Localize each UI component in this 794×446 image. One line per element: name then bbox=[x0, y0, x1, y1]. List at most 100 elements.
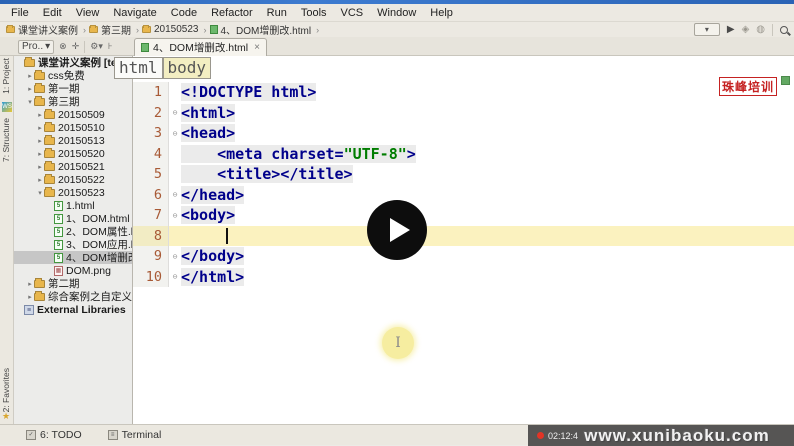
run-icon[interactable]: ▶ bbox=[727, 25, 735, 35]
tree-row[interactable]: ▸20150520 bbox=[14, 147, 132, 160]
code-line[interactable]: 3⊖<head> bbox=[133, 123, 794, 144]
code-line[interactable]: 5 <title></title> bbox=[133, 164, 794, 185]
tree-arrow-icon[interactable]: ▸ bbox=[36, 176, 44, 184]
code-token: <meta charset= bbox=[217, 145, 343, 163]
todo-toolwindow-button[interactable]: ✓ 6: TODO bbox=[26, 429, 82, 441]
tree-row[interactable]: ▸20150521 bbox=[14, 160, 132, 173]
code-line[interactable]: 10⊖</html> bbox=[133, 267, 794, 288]
terminal-toolwindow-button[interactable]: ≡ Terminal bbox=[108, 429, 162, 441]
tree-row[interactable]: ≡External Libraries bbox=[14, 303, 132, 316]
breadcrumb-label: 第三期 bbox=[101, 22, 131, 37]
collapse-all-icon[interactable]: ⊗ bbox=[59, 41, 67, 52]
menu-item-code[interactable]: Code bbox=[164, 6, 204, 20]
play-icon bbox=[390, 218, 410, 242]
tree-row[interactable]: ▾第三期 bbox=[14, 95, 132, 108]
tree-row[interactable]: ▸20150510 bbox=[14, 121, 132, 134]
code-line[interactable]: 4 <meta charset="UTF-8"> bbox=[133, 144, 794, 165]
close-icon[interactable]: × bbox=[254, 42, 260, 53]
tree-arrow-icon[interactable]: ▾ bbox=[36, 189, 44, 197]
tag-path-item[interactable]: body bbox=[163, 57, 212, 79]
code-line[interactable]: 8 bbox=[133, 226, 794, 247]
search-icon[interactable] bbox=[780, 26, 788, 34]
tree-arrow-icon[interactable]: ▸ bbox=[26, 72, 34, 80]
menu-item-window[interactable]: Window bbox=[370, 6, 423, 20]
tree-arrow-icon[interactable]: ▸ bbox=[26, 85, 34, 93]
tag-path-item[interactable]: html bbox=[114, 57, 163, 79]
menu-item-vcs[interactable]: VCS bbox=[334, 6, 371, 20]
code-line[interactable]: 7⊖<body> bbox=[133, 205, 794, 226]
code-line[interactable]: 9⊖</body> bbox=[133, 246, 794, 267]
fold-marker-icon[interactable]: ⊖ bbox=[169, 211, 181, 220]
breadcrumb-label: 课堂讲义案例 bbox=[18, 22, 78, 37]
fold-marker-icon[interactable]: ⊖ bbox=[169, 252, 181, 261]
menu-item-run[interactable]: Run bbox=[260, 6, 294, 20]
project-view-selector[interactable]: Pro..▾ bbox=[18, 40, 54, 54]
sidebar-item-structure[interactable]: 7: Structure bbox=[1, 118, 11, 162]
code-area[interactable]: 1<!DOCTYPE html>2⊖<html>3⊖<head>4 <meta … bbox=[133, 82, 794, 287]
editor-tab-bar: 4、DOM增删改.html × bbox=[134, 37, 267, 56]
menu-item-file[interactable]: File bbox=[4, 6, 36, 20]
tree-row[interactable]: ▸20150509 bbox=[14, 108, 132, 121]
coverage-icon[interactable]: ◍ bbox=[756, 25, 765, 35]
line-number: 3 bbox=[133, 123, 169, 144]
gear-icon[interactable]: ⚙▾ bbox=[90, 41, 103, 52]
breadcrumb-item[interactable]: 课堂讲义案例 bbox=[6, 22, 78, 37]
tree-arrow-icon[interactable]: ▸ bbox=[36, 124, 44, 132]
breadcrumb-separator: › bbox=[136, 25, 139, 35]
tree-arrow-icon[interactable]: ▸ bbox=[26, 280, 34, 288]
tree-arrow-icon[interactable]: ▾ bbox=[26, 98, 34, 106]
run-config-dropdown[interactable]: ▾ bbox=[694, 23, 720, 36]
line-number: 8 bbox=[133, 226, 169, 247]
fold-marker-icon[interactable]: ⊖ bbox=[169, 272, 181, 281]
hide-panel-icon[interactable]: ⊦ bbox=[108, 41, 113, 52]
code-line[interactable]: 1<!DOCTYPE html> bbox=[133, 82, 794, 103]
menu-item-help[interactable]: Help bbox=[423, 6, 460, 20]
tree-arrow-icon[interactable]: ▸ bbox=[36, 111, 44, 119]
breadcrumb-separator: › bbox=[83, 25, 86, 35]
menu-item-navigate[interactable]: Navigate bbox=[106, 6, 163, 20]
code-line[interactable]: 2⊖<html> bbox=[133, 103, 794, 124]
tree-row[interactable]: ▸综合案例之自定义表格 bbox=[14, 290, 132, 303]
tree-row[interactable]: ▾20150523 bbox=[14, 186, 132, 199]
tree-row[interactable]: ▸20150522 bbox=[14, 173, 132, 186]
fold-marker-icon[interactable]: ⊖ bbox=[169, 129, 181, 138]
toolbar-divider bbox=[772, 24, 773, 36]
project-tree: 课堂讲义案例 [teacher] (D▸css免费▸第一期▾第三期▸201505… bbox=[14, 56, 133, 424]
tree-row-label: DOM.png bbox=[66, 265, 111, 277]
breadcrumb-item[interactable]: 第三期 bbox=[89, 22, 131, 37]
editor-pane[interactable]: htmlbody 珠峰培训 1<!DOCTYPE html>2⊖<html>3⊖… bbox=[133, 56, 794, 424]
tree-arrow-icon[interactable]: ▸ bbox=[26, 293, 34, 301]
code-line[interactable]: 6⊖</head> bbox=[133, 185, 794, 206]
menu-item-edit[interactable]: Edit bbox=[36, 6, 69, 20]
breadcrumb: 课堂讲义案例›第三期›20150523›4、DOM增删改.html› bbox=[0, 22, 794, 37]
debug-icon[interactable]: ◈ bbox=[742, 25, 750, 35]
code-token: </body> bbox=[181, 247, 244, 265]
menu-bar: FileEditViewNavigateCodeRefactorRunTools… bbox=[0, 4, 794, 22]
folder-icon bbox=[44, 189, 55, 197]
breadcrumb-item[interactable]: 20150523 bbox=[142, 24, 199, 35]
tree-arrow-icon[interactable]: ▸ bbox=[36, 150, 44, 158]
tab-dom-html[interactable]: 4、DOM增删改.html × bbox=[134, 38, 267, 56]
breadcrumb-item[interactable]: 4、DOM增删改.html bbox=[210, 22, 312, 37]
locate-file-icon[interactable]: ✛ bbox=[72, 41, 80, 52]
fold-marker-icon[interactable]: ⊖ bbox=[169, 108, 181, 117]
tree-arrow-icon[interactable]: ▸ bbox=[36, 163, 44, 171]
video-play-button[interactable] bbox=[367, 200, 427, 260]
code-text: </body> bbox=[181, 247, 244, 265]
tree-row[interactable]: 54、DOM增删改. bbox=[14, 251, 132, 264]
fold-marker-icon[interactable]: ⊖ bbox=[169, 190, 181, 199]
code-text: <title></title> bbox=[181, 165, 353, 183]
html-file-icon: 5 bbox=[54, 240, 63, 250]
toolbar-divider bbox=[84, 41, 85, 53]
menu-item-view[interactable]: View bbox=[69, 6, 107, 20]
sidebar-item-project[interactable]: 1: Project bbox=[1, 58, 11, 94]
html-file-icon bbox=[210, 25, 218, 34]
code-token: <head> bbox=[181, 124, 235, 142]
recording-cursor-highlight: I bbox=[382, 327, 414, 359]
sidebar-item-favorites[interactable]: 2: Favorites bbox=[1, 368, 11, 412]
menu-item-tools[interactable]: Tools bbox=[294, 6, 334, 20]
tree-row[interactable]: ▸20150513 bbox=[14, 134, 132, 147]
tree-arrow-icon[interactable]: ▸ bbox=[36, 137, 44, 145]
tree-row-label: External Libraries bbox=[37, 304, 126, 316]
menu-item-refactor[interactable]: Refactor bbox=[204, 6, 260, 20]
